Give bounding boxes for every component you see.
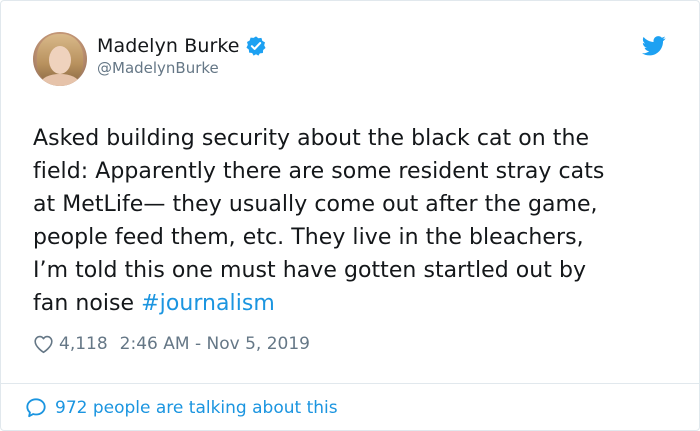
twitter-bird-icon[interactable] [641,36,666,56]
name-row: Madelyn Burke [97,34,267,58]
tweet-text-last-line: fan noise #journalism [33,287,683,320]
tweet-meta: 4,118 2:46 AM - Nov 5, 2019 [33,332,310,356]
like-count[interactable]: 4,118 [59,334,108,354]
avatar[interactable] [33,32,87,86]
divider [1,383,699,384]
tweet-text-line: fan noise [33,291,142,316]
talking-about-text[interactable]: 972 people are talking about this [55,398,338,418]
display-name[interactable]: Madelyn Burke [97,35,240,57]
user-handle[interactable]: @MadelynBurke [97,59,219,77]
tweet-text-line: people feed them, etc. They live in the … [33,225,584,250]
tweet-text-line: Asked building security about the black … [33,126,590,151]
tweet-text-line: field: Apparently there are some residen… [33,159,605,184]
tweet-card: Madelyn Burke @MadelynBurke Asked buildi… [0,0,700,431]
verified-badge-icon [245,35,267,57]
timestamp[interactable]: 2:46 AM - Nov 5, 2019 [120,334,310,354]
tweet-text-line: I’m told this one must have gotten start… [33,258,587,283]
tweet-text-line: at MetLife— they usually come out after … [33,192,598,217]
avatar-face [49,46,71,74]
speech-bubble-icon [25,397,47,419]
avatar-shoulders [41,74,79,86]
hashtag-link[interactable]: #journalism [141,291,275,316]
tweet-text: Asked building security about the black … [33,122,683,320]
talking-about-link[interactable]: 972 people are talking about this [25,395,338,421]
heart-icon[interactable] [33,334,54,354]
